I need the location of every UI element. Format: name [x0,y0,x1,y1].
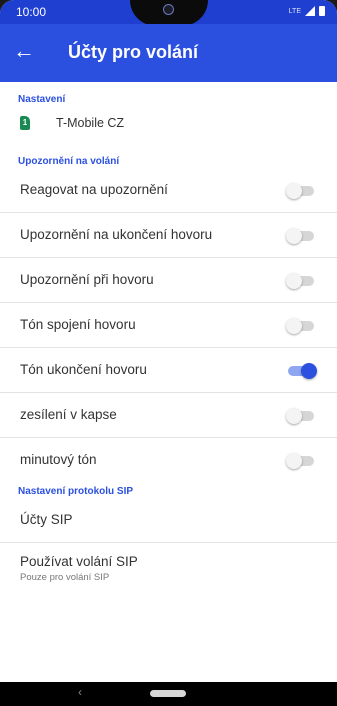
row-ton-ukonceni[interactable]: Tón ukončení hovoru [0,348,337,393]
row-label: Používat volání SIP [20,554,138,569]
system-icons: LTE [289,6,325,16]
toggle-switch[interactable] [286,363,318,379]
camera-notch [130,0,208,26]
section-header-sip: Nastavení protokolu SIP [18,486,134,497]
battery-icon [319,6,325,16]
row-label: zesílení v kapse [20,407,117,422]
row-label: Reagovat na upozornění [20,182,168,197]
row-label: Účty SIP [20,512,73,527]
lte-icon: LTE [288,7,301,15]
section-header-notifications: Upozornění na volání [18,156,120,167]
status-bar: 10:00 LTE [0,0,337,26]
toggle-switch[interactable] [286,453,318,469]
sip-accounts-row[interactable]: Účty SIP [0,498,337,543]
row-pri-hovoru[interactable]: Upozornění při hovoru [0,258,337,303]
section-header-settings: Nastavení [18,94,66,105]
toggle-switch[interactable] [286,318,318,334]
toggle-switch[interactable] [286,273,318,289]
carrier-label: T-Mobile CZ [56,116,125,130]
navigation-bar: ‹ [0,682,337,706]
row-zesileni[interactable]: zesílení v kapse [0,393,337,438]
sim-account-row[interactable]: 1 T-Mobile CZ [0,108,337,144]
home-pill-icon[interactable] [150,690,186,697]
row-label: Upozornění při hovoru [20,272,154,287]
toggle-switch[interactable] [286,408,318,424]
toggle-switch[interactable] [286,228,318,244]
row-ton-spojeni[interactable]: Tón spojení hovoru [0,303,337,348]
use-sip-row[interactable]: Používat volání SIP Pouze pro volání SIP [0,543,337,595]
row-minutovy[interactable]: minutový tón [0,438,337,482]
row-label: minutový tón [20,452,97,467]
camera-icon [163,4,174,15]
phone-screen: 10:00 LTE ← Účty pro volání Nastavení 1 … [0,0,337,706]
settings-list: Nastavení 1 T-Mobile CZ Upozornění na vo… [0,82,337,595]
page-title: Účty pro volání [68,42,199,62]
row-sublabel: Pouze pro volání SIP [20,572,110,583]
nav-back-icon[interactable]: ‹ [78,685,82,699]
back-arrow-icon[interactable]: ← [12,39,36,63]
row-reagovat[interactable]: Reagovat na upozornění [0,168,337,213]
row-label: Upozornění na ukončení hovoru [20,227,213,242]
row-label: Tón spojení hovoru [20,317,136,332]
toggle-switch[interactable] [286,183,318,199]
signal-icon [305,6,315,16]
app-bar: ← Účty pro volání [0,24,337,82]
status-time: 10:00 [16,5,47,19]
sim-card-icon: 1 [20,116,30,130]
row-ukonceni[interactable]: Upozornění na ukončení hovoru [0,213,337,258]
row-label: Tón ukončení hovoru [20,362,147,377]
